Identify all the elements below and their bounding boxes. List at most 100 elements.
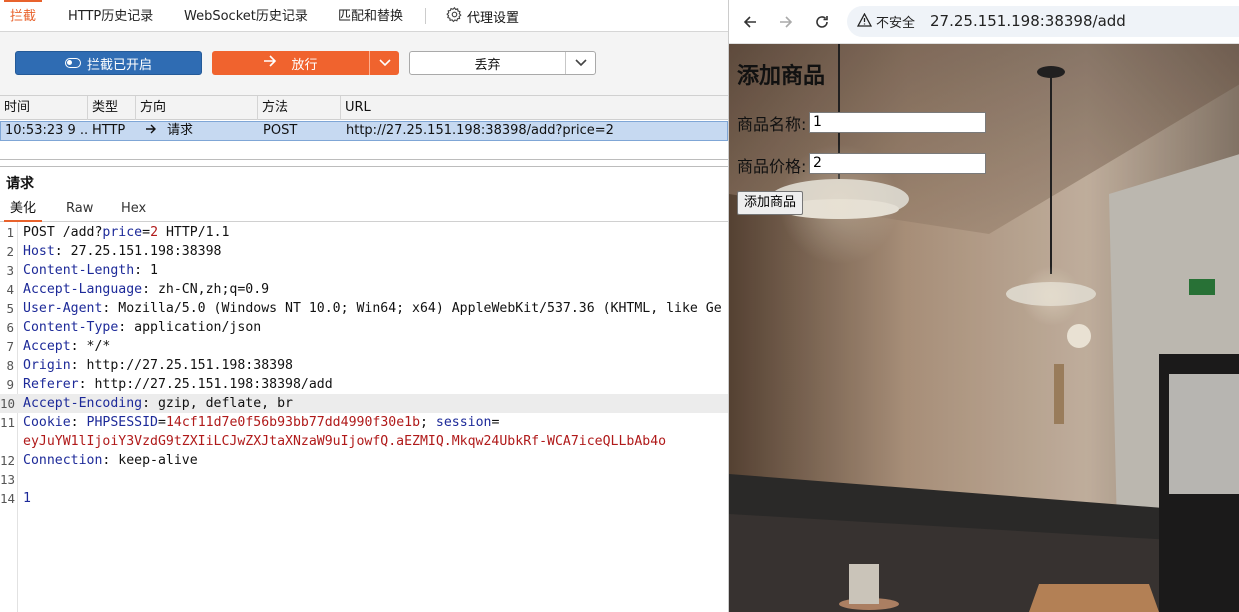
line-number: 7 xyxy=(6,339,14,354)
http-version: HTTP/1.1 xyxy=(158,225,230,240)
forward-button[interactable]: 放行 xyxy=(212,51,399,75)
request-view-tabs: 美化 Raw Hex xyxy=(0,198,728,222)
history-table-empty xyxy=(0,141,728,159)
page-background-photo: 添加商品 商品名称: 1 商品价格: 2 添加商品 xyxy=(729,44,1239,612)
line-number: 9 xyxy=(6,377,14,392)
intercept-toggle-label: 拦截已开启 xyxy=(86,57,152,73)
header-name: Origin xyxy=(23,358,71,373)
cell-direction: 请求 xyxy=(167,123,194,138)
header-value: : 1 xyxy=(134,263,158,278)
burp-proxy-panel: 拦截 HTTP历史记录 WebSocket历史记录 匹配和替换 代理设置 拦截已… xyxy=(0,0,728,612)
line-number: 3 xyxy=(6,263,14,278)
header-name: Referer xyxy=(23,377,79,392)
line-number: 13 xyxy=(0,472,16,487)
param-eq: = xyxy=(142,225,151,240)
tab-websocket-history[interactable]: WebSocket历史记录 xyxy=(184,0,308,32)
forward-main[interactable]: 放行 xyxy=(212,51,369,75)
add-product-button[interactable]: 添加商品 xyxy=(737,191,804,215)
request-line-text: POST /add?price=2 HTTP/1.1 xyxy=(23,223,229,242)
forward-label: 放行 xyxy=(291,57,318,73)
product-price-input[interactable]: 2 xyxy=(809,153,986,174)
tab-http-history[interactable]: HTTP历史记录 xyxy=(68,0,153,32)
column-header-method[interactable]: 方法 xyxy=(258,96,341,120)
cell-url: http://27.25.151.198:38398/add?price=2 xyxy=(346,123,614,138)
header-value: : keep-alive xyxy=(102,453,198,468)
header-name: Content-Length xyxy=(23,263,135,278)
cookie-eq: = xyxy=(491,415,500,430)
intercept-toggle-button[interactable]: 拦截已开启 xyxy=(15,51,202,75)
line-number: 5 xyxy=(6,301,14,316)
param-value: 2 xyxy=(150,225,159,240)
line-number: 8 xyxy=(6,358,14,373)
line-number: 11 xyxy=(0,415,16,430)
chevron-down-icon xyxy=(574,56,587,71)
page-title: 添加商品 xyxy=(737,64,826,89)
tab-proxy-settings[interactable]: 代理设置 xyxy=(446,0,519,32)
blank-line: 13 xyxy=(0,470,728,489)
line-number: 12 xyxy=(0,453,16,468)
cell-method: POST xyxy=(263,123,298,138)
browser-window: 不安全 27.25.151.198:38398/add 添加商品 商品名称: 1… xyxy=(728,0,1239,612)
proxy-tabs: 拦截 HTTP历史记录 WebSocket历史记录 匹配和替换 代理设置 xyxy=(0,0,728,32)
body-line: 14 1 xyxy=(0,489,728,508)
header-line: 7 Accept: */* xyxy=(0,337,728,356)
line-number: 10 xyxy=(0,396,16,411)
request-line: 1 POST /add?price=2 HTTP/1.1 xyxy=(0,223,728,242)
intercept-toolbar: 拦截已开启 放行 丢弃 xyxy=(0,32,728,96)
line-number: 6 xyxy=(6,320,14,335)
header-line: 8 Origin: http://27.25.151.198:38398 xyxy=(0,356,728,375)
column-header-direction[interactable]: 方向 xyxy=(136,96,258,120)
tab-pretty[interactable]: 美化 xyxy=(4,198,43,222)
header-value: : application/json xyxy=(118,320,262,335)
tab-raw[interactable]: Raw xyxy=(66,198,93,222)
drop-main[interactable]: 丢弃 xyxy=(410,52,565,74)
gear-icon xyxy=(446,6,463,27)
header-line: 9 Referer: http://27.25.151.198:38398/ad… xyxy=(0,375,728,394)
tab-proxy-settings-label: 代理设置 xyxy=(467,10,520,26)
cookie-value: eyJuYW1lIjoiY3VzdG9tZXIiLCJwZXJtaXNzaW9u… xyxy=(23,434,667,449)
header-value: : Mozilla/5.0 (Windows NT 10.0; Win64; x… xyxy=(102,301,722,316)
tab-match-replace[interactable]: 匹配和替换 xyxy=(338,0,403,32)
request-editor[interactable]: 1 POST /add?price=2 HTTP/1.1 2 Host: 27.… xyxy=(0,222,728,612)
column-header-time[interactable]: 时间 xyxy=(0,96,88,120)
cookie-name: session xyxy=(435,415,492,430)
arrow-right-icon xyxy=(263,55,277,71)
table-row[interactable]: 10:53:23 9 ... HTTP 请求 POST http://27.25… xyxy=(0,121,728,141)
forward-icon[interactable] xyxy=(776,12,796,32)
tab-intercept[interactable]: 拦截 xyxy=(4,0,43,32)
chevron-down-icon xyxy=(378,56,391,71)
header-name: Accept-Language xyxy=(23,282,143,297)
product-name-input[interactable]: 1 xyxy=(809,112,986,133)
split-divider[interactable] xyxy=(0,159,728,167)
header-value: : zh-CN,zh;q=0.9 xyxy=(142,282,270,297)
cookie-name: PHPSESSID xyxy=(86,415,158,430)
request-body: 1 xyxy=(23,491,31,506)
line-number: 2 xyxy=(6,244,14,259)
forward-dropdown[interactable] xyxy=(369,51,399,75)
line-number: 4 xyxy=(6,282,14,297)
drop-label: 丢弃 xyxy=(474,57,501,73)
column-header-type[interactable]: 类型 xyxy=(88,96,136,120)
header-line: 6 Content-Type: application/json xyxy=(0,318,728,337)
header-value: : gzip, deflate, br xyxy=(142,396,293,411)
line-number: 14 xyxy=(0,491,16,506)
drop-button[interactable]: 丢弃 xyxy=(409,51,596,75)
arrow-right-icon xyxy=(141,122,161,140)
header-name: Content-Type xyxy=(23,320,119,335)
header-line: 12 Connection: keep-alive xyxy=(0,451,728,470)
url-text[interactable]: 27.25.151.198:38398/add xyxy=(930,12,1126,30)
security-label: 不安全 xyxy=(876,16,916,31)
reload-icon[interactable] xyxy=(812,12,832,32)
header-line: 5 User-Agent: Mozilla/5.0 (Windows NT 10… xyxy=(0,299,728,318)
drop-dropdown[interactable] xyxy=(565,52,595,74)
back-icon[interactable] xyxy=(740,12,760,32)
param-name: price xyxy=(102,225,143,240)
tab-hex[interactable]: Hex xyxy=(121,198,146,222)
header-value: : 27.25.151.198:38398 xyxy=(54,244,222,259)
address-bar[interactable]: 不安全 27.25.151.198:38398/add xyxy=(847,6,1239,37)
security-indicator[interactable]: 不安全 xyxy=(856,11,916,32)
column-header-url[interactable]: URL xyxy=(341,96,728,120)
header-line-highlighted: 10 Accept-Encoding: gzip, deflate, br xyxy=(0,394,728,413)
product-price-label: 商品价格: xyxy=(737,157,807,176)
header-value: : */* xyxy=(70,339,111,354)
